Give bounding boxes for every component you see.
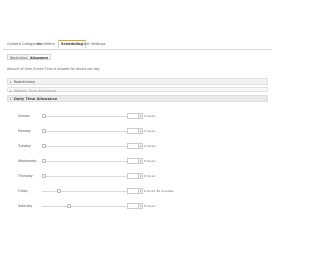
spinner-arrows-icon[interactable]: ▾ [139, 113, 143, 119]
day-label: Thursday [18, 174, 33, 178]
day-row-thursday: Thursday ▾ 0 hours [18, 173, 268, 181]
hours-text: 0 hours [144, 159, 156, 163]
tab-user-settings[interactable]: User Settings [80, 41, 107, 48]
day-row-saturday: Saturday ▾ 8 hours [18, 203, 268, 211]
time-slider[interactable] [42, 174, 138, 178]
day-label: Monday [18, 129, 31, 133]
spinner-arrows-icon[interactable]: ▾ [139, 188, 143, 194]
slider-handle[interactable] [42, 144, 46, 148]
time-slider[interactable] [42, 129, 138, 133]
time-slider[interactable] [42, 114, 138, 118]
hours-input[interactable] [127, 188, 139, 194]
time-slider[interactable] [42, 144, 138, 148]
day-row-friday: Friday ▾ 6 hours 30 minutes [18, 188, 268, 196]
hours-text: 0 hours [144, 129, 156, 133]
time-slider[interactable] [42, 189, 138, 193]
hours-input[interactable] [127, 113, 139, 119]
day-row-sunday: Sunday ▾ 0 hours [18, 113, 268, 121]
slider-handle[interactable] [57, 189, 62, 193]
day-row-monday: Monday ▾ 0 hours [18, 128, 268, 136]
subtab-allowance[interactable]: Allowance [27, 54, 52, 60]
spinner-arrows-icon[interactable]: ▾ [139, 203, 143, 209]
section-restrictions[interactable]: ▸ Restrictions [7, 78, 268, 85]
spinner-arrows-icon[interactable]: ▾ [139, 173, 143, 179]
hours-text: 8 hours [144, 204, 156, 208]
hours-text: 0 hours [144, 114, 156, 118]
parental-controls-window: Content Categories Identifiers Schedulin… [0, 0, 275, 275]
day-label: Saturday [18, 204, 33, 208]
day-label: Wednesday [18, 159, 37, 163]
day-label: Friday [18, 189, 28, 193]
hours-input[interactable] [127, 173, 139, 179]
spinner-arrows-icon[interactable]: ▾ [139, 143, 143, 149]
section-daily-label: Daily Time Allowance [14, 97, 58, 101]
spinner-arrows-icon[interactable]: ▾ [139, 158, 143, 164]
section-daily-allowance[interactable]: ▾ Daily Time Allowance [7, 95, 268, 102]
tab-identifiers[interactable]: Identifiers [35, 41, 57, 48]
hours-text: 6 hours 30 minutes [144, 189, 174, 193]
slider-handle[interactable] [42, 174, 46, 178]
hours-input[interactable] [127, 128, 139, 134]
slider-handle[interactable] [42, 159, 46, 163]
spinner-arrows-icon[interactable]: ▾ [139, 128, 143, 134]
hours-input[interactable] [127, 203, 139, 209]
time-slider[interactable] [42, 204, 138, 208]
section-weekly-allowance[interactable]: ▸ Weekly Time Allowance [7, 87, 268, 93]
hours-input[interactable] [127, 143, 139, 149]
slider-handle[interactable] [42, 114, 46, 118]
day-label: Tuesday [18, 144, 31, 148]
time-slider[interactable] [42, 159, 138, 163]
main-tab-strip: Content Categories Identifiers Schedulin… [3, 40, 272, 50]
section-restrictions-label: Restrictions [14, 80, 36, 84]
section-weekly-label: Weekly Time Allowance [14, 89, 57, 93]
hours-text: 0 hours [144, 144, 156, 148]
allowance-hint: Amount of time Screen Time is allowed fo… [7, 67, 100, 71]
day-label: Sunday [18, 114, 30, 118]
day-row-tuesday: Tuesday ▾ 0 hours [18, 143, 268, 151]
hours-input[interactable] [127, 158, 139, 164]
hours-text: 0 hours [144, 174, 156, 178]
day-row-wednesday: Wednesday ▾ 0 hours [18, 158, 268, 166]
slider-handle[interactable] [67, 204, 72, 208]
slider-handle[interactable] [42, 129, 46, 133]
